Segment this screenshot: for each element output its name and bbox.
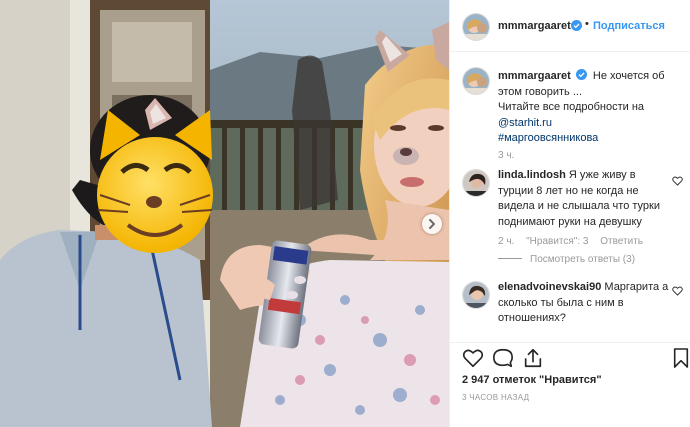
header-separator: • (585, 18, 589, 30)
post-side-panel: mmmargaaret • Подписаться mmmargaaret Не… (449, 0, 690, 427)
avatar-image (463, 282, 489, 308)
heart-icon[interactable] (462, 347, 484, 369)
comment-likes-count[interactable]: "Нравится": 3 (526, 236, 588, 247)
comment-time: 2 ч. (498, 236, 515, 247)
share-icon[interactable] (522, 347, 544, 369)
avatar-image (463, 170, 489, 196)
header-username[interactable]: mmmargaaret (498, 20, 571, 32)
comment-like-heart-icon[interactable] (672, 286, 683, 296)
comment-like-heart-icon[interactable] (672, 176, 683, 186)
header-avatar[interactable] (462, 13, 490, 41)
follow-button[interactable]: Подписаться (593, 20, 665, 32)
likes-count[interactable]: 2 947 отметок "Нравится" (462, 374, 602, 386)
comment-username[interactable]: elenadvoinevskai90 (498, 281, 601, 293)
verified-badge-icon (575, 69, 587, 80)
view-replies-button[interactable]: Посмотреть ответы (3) (498, 254, 635, 265)
comment-avatar[interactable] (462, 281, 490, 309)
replies-divider (498, 258, 522, 259)
avatar-image (463, 14, 489, 40)
comment-text-2: elenadvoinevskai90 Маргарита а сколько т… (498, 280, 672, 327)
comment-reply-button[interactable]: Ответить (600, 236, 643, 247)
view-replies-label: Посмотреть ответы (3) (530, 254, 636, 265)
comment-meta: 2 ч. "Нравится": 3 Ответить (498, 236, 652, 247)
comment-avatar[interactable] (462, 169, 490, 197)
verified-badge-icon (571, 20, 582, 31)
caption-avatar[interactable] (462, 67, 490, 95)
chevron-right-icon (429, 219, 435, 229)
carousel-next-button[interactable] (422, 214, 442, 234)
comment-text-1: linda.lindosh Я уже живу в турции 8 лет … (498, 168, 672, 230)
photo-image (0, 0, 449, 427)
caption-time: 3 ч. (498, 150, 515, 161)
avatar-image (463, 68, 489, 94)
post-timestamp[interactable]: 3 ЧАСОВ НАЗАД (462, 393, 529, 402)
caption-mention-link[interactable]: @starhit.ru (498, 117, 552, 129)
comment-icon[interactable] (492, 347, 514, 369)
post-header: mmmargaaret • Подписаться (450, 0, 690, 52)
caption-hashtag-link[interactable]: #маргоовсянникова (498, 132, 598, 144)
caption-line2: Читайте все подробности на (498, 101, 645, 113)
comments-section[interactable]: mmmargaaret Не хочется об этом говорить … (450, 52, 690, 342)
post-caption: mmmargaaret Не хочется об этом говорить … (498, 69, 678, 147)
bookmark-icon[interactable] (672, 347, 690, 369)
post-photo[interactable] (0, 0, 449, 427)
comment-username[interactable]: linda.lindosh (498, 169, 566, 181)
caption-username[interactable]: mmmargaaret (498, 70, 571, 82)
